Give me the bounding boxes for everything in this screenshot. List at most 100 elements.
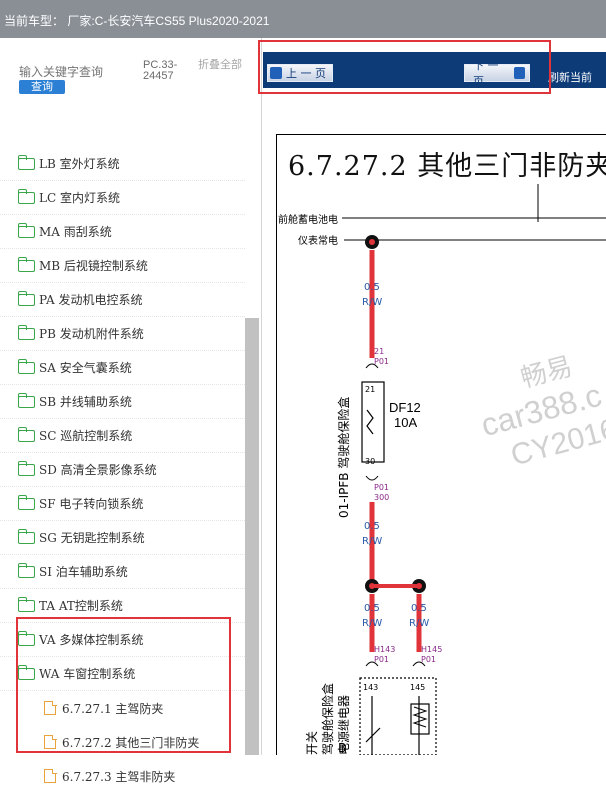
tree-item-lb[interactable]: LB 室外灯系统 [0,147,245,181]
pin-p01-lower-1: P01 [374,655,389,664]
bus2-label: 仪表常电 [298,234,338,247]
highlight-box-nav [258,40,551,94]
folder-icon [17,392,35,408]
folder-icon [17,460,35,476]
pin-p01-lower-2: P01 [421,655,436,664]
wire-color-label-4: R/W [409,618,429,629]
folder-icon [17,358,35,374]
tree-child-label: 6.7.27.2 其他三门非防夹 [62,735,200,750]
wire-size-label: 0.5 [364,282,380,293]
wire-color-label-2: R/W [362,536,382,547]
tree-item-lc[interactable]: LC 室内灯系统 [0,181,245,215]
tree-item-ta[interactable]: TA AT控制系统 [0,589,245,623]
sidebar: 查询 PC.33-24457 折叠全部 LB 室外灯系统 LC 室内灯系统 MA… [0,38,262,784]
vehicle-bar: 当前车型： 厂家:C-长安汽车CS55 Plus2020-2021 [0,0,606,38]
search-input[interactable] [19,64,137,80]
folder-icon [17,324,35,340]
tree-item-si[interactable]: SI 泊车辅助系统 [0,555,245,589]
tree-item-sg[interactable]: SG 无钥匙控制系统 [0,521,245,555]
tree-item-label: MB 后视镜控制系统 [39,259,148,273]
folder-icon [17,562,35,578]
tree-item-sc[interactable]: SC 巡航控制系统 [0,419,245,453]
tree-item-label: SB 并线辅助系统 [39,395,132,409]
tree-child-6-7-27-2[interactable]: 6.7.27.2 其他三门非防夹 [0,725,245,759]
document-icon [44,700,57,715]
sidebar-scrollbar[interactable] [245,318,259,755]
tree-item-ma[interactable]: MA 雨刮系统 [0,215,245,249]
fuse-pin-30: 30 [365,457,375,466]
tree-item-label: SA 安全气囊系统 [39,361,132,375]
fuse-box-rect [361,381,385,463]
folder-icon [17,528,35,544]
tree-item-sf[interactable]: SF 电子转向锁系统 [0,487,245,521]
wire-size-label-3: 0.5 [364,603,380,614]
folder-icon [17,596,35,612]
wire-size-label-2: 0.5 [364,521,380,532]
tree-child-6-7-27-1[interactable]: 6.7.27.1 主驾防夹 [0,691,245,725]
tree-item-sd[interactable]: SD 高清全景影像系统 [0,453,245,487]
relay-side-label: 开关 [305,731,319,755]
tree-child-label: 6.7.27.3 主驾非防夹 [62,769,176,784]
document-icon [44,734,57,749]
wire-color-label: R/W [362,297,382,308]
tree-item-sb[interactable]: SB 并线辅助系统 [0,385,245,419]
tree-item-va[interactable]: VA 多媒体控制系统 [0,623,245,657]
tree-item-label: MA 雨刮系统 [39,225,112,239]
tree-item-label: LB 室外灯系统 [39,157,120,171]
tree-item-label: SD 高清全景影像系统 [39,463,157,477]
collapse-all-link[interactable]: 折叠全部 [198,60,242,71]
pin-h145-label: H145 [421,645,442,654]
fuse-rating: 10A [394,415,417,430]
tree-item-pb[interactable]: PB 发动机附件系统 [0,317,245,351]
vehicle-label: 当前车型： 厂家:C-长安汽车CS55 Plus2020-2021 [4,14,270,28]
tree-item-label: SG 无钥匙控制系统 [39,531,145,545]
folder-icon [17,494,35,510]
folder-icon [17,154,35,170]
refresh-current-link[interactable]: 刷新当前 [548,69,592,85]
relay-pin-145: 145 [410,683,425,692]
tree-item-label: SF 电子转向锁系统 [39,497,144,511]
fuse-name: DF12 [389,400,421,415]
wire-size-label-4: 0.5 [411,603,427,614]
tree-child-6-7-27-3[interactable]: 6.7.27.3 主驾非防夹 [0,759,245,793]
folder-icon [17,426,35,442]
system-tree: LB 室外灯系统 LC 室内灯系统 MA 雨刮系统 MB 后视镜控制系统 PA … [0,147,245,793]
pin-p01-bottom: P01 [374,483,389,492]
folder-open-icon [17,664,35,680]
pin-300-label: 300 [374,493,389,502]
folder-icon [17,290,35,306]
tree-item-wa[interactable]: WA 车窗控制系统 [0,657,245,691]
folder-icon [17,222,35,238]
folder-icon [17,188,35,204]
folder-icon [17,630,35,646]
pin-21-label: 21 [374,347,384,356]
bottom-b-label: B [338,741,346,755]
tree-item-label: PA 发动机电控系统 [39,293,143,307]
tree-item-sa[interactable]: SA 安全气囊系统 [0,351,245,385]
search-button[interactable]: 查询 [19,80,65,94]
tree-item-label: TA AT控制系统 [39,599,123,613]
relay-box-vertical-label-2: 驾驶舱保险盒 [320,683,335,755]
search-row: 查询 PC.33-24457 折叠全部 [0,56,245,116]
wire-color-label-3: R/W [362,618,382,629]
relay-pin-143: 143 [363,683,378,692]
tree-item-label: SC 巡航控制系统 [39,429,133,443]
pin-h143-label: H143 [374,645,395,654]
fuse-pin-21: 21 [365,385,375,394]
splice-dot-1-core [369,239,375,245]
bus1-label: 前舱蓄电池电 [278,213,338,226]
connector-bottom [365,475,379,481]
code-text: PC.33-24457 [143,59,178,82]
tree-child-label: 6.7.27.1 主驾防夹 [62,701,164,716]
tree-item-label: VA 多媒体控制系统 [39,633,144,647]
tree-item-label: PB 发动机附件系统 [39,327,144,341]
tree-item-pa[interactable]: PA 发动机电控系统 [0,283,245,317]
tree-item-mb[interactable]: MB 后视镜控制系统 [0,249,245,283]
tree-item-label: LC 室内灯系统 [39,191,120,205]
document-icon [44,768,57,783]
folder-icon [17,256,35,272]
pin-p01-label: P01 [374,357,389,366]
tree-item-label: WA 车窗控制系统 [39,667,136,681]
fuse-box-vertical-label: 01-IPFB 驾驶舱保险盒 [336,397,351,518]
tree-item-label: SI 泊车辅助系统 [39,565,128,579]
